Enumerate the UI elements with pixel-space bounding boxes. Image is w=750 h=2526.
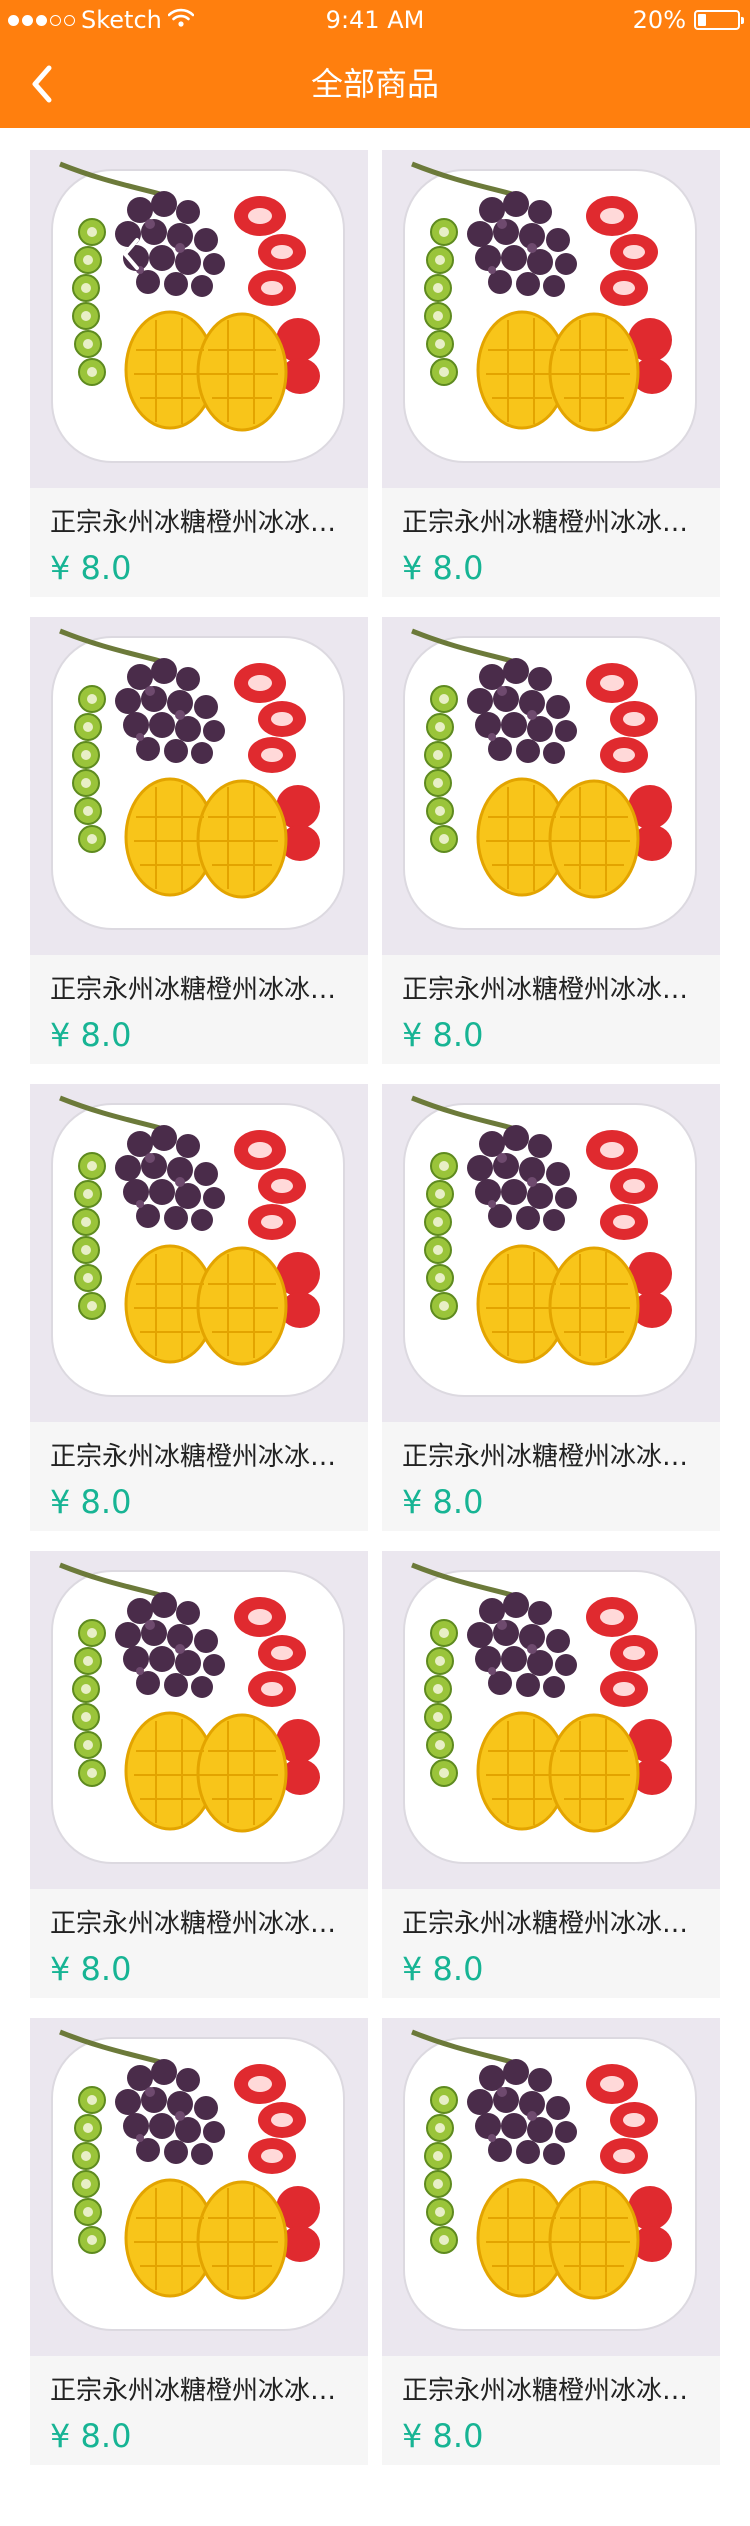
product-title: 正宗永州冰糖橙州冰冰… xyxy=(402,975,689,1005)
product-price: ¥ 8.0 xyxy=(50,549,132,587)
product-title: 正宗永州冰糖橙州冰冰… xyxy=(402,1442,689,1472)
page-title: 全部商品 xyxy=(310,65,439,103)
product-price: ¥ 8.0 xyxy=(402,549,484,587)
product-title: 正宗永州冰糖橙州冰冰… xyxy=(50,2376,337,2406)
status-bar: Sketch 9:41 AM 20% xyxy=(0,0,750,40)
product-image xyxy=(30,150,368,488)
product-image xyxy=(382,1551,720,1889)
product-price: ¥ 8.0 xyxy=(402,1950,484,1988)
header: Sketch 9:41 AM 20% 全部商品 xyxy=(0,0,750,128)
battery-icon xyxy=(694,10,744,30)
product-card[interactable]: 正宗永州冰糖橙州冰冰… ¥ 8.0 xyxy=(30,1084,368,1531)
product-title: 正宗永州冰糖橙州冰冰… xyxy=(402,1909,689,1939)
product-card[interactable]: 正宗永州冰糖橙州冰冰… ¥ 8.0 xyxy=(382,1084,720,1531)
product-card[interactable]: 正宗永州冰糖橙州冰冰… ¥ 8.0 xyxy=(382,1551,720,1998)
product-price: ¥ 8.0 xyxy=(50,1950,132,1988)
product-card[interactable]: 正宗永州冰糖橙州冰冰… ¥ 8.0 xyxy=(30,150,368,597)
product-price: ¥ 8.0 xyxy=(402,1016,484,1054)
product-title: 正宗永州冰糖橙州冰冰… xyxy=(50,1909,337,1939)
product-card[interactable]: 正宗永州冰糖橙州冰冰… ¥ 8.0 xyxy=(382,2018,720,2465)
product-title: 正宗永州冰糖橙州冰冰… xyxy=(402,508,689,538)
product-title: 正宗永州冰糖橙州冰冰… xyxy=(402,2376,689,2406)
battery-level xyxy=(698,14,706,26)
product-card[interactable]: 正宗永州冰糖橙州冰冰… ¥ 8.0 xyxy=(382,617,720,1064)
product-image xyxy=(30,1084,368,1422)
product-image xyxy=(382,150,720,488)
status-right: 20% xyxy=(632,0,744,40)
product-card[interactable]: 正宗永州冰糖橙州冰冰… ¥ 8.0 xyxy=(30,2018,368,2465)
product-image xyxy=(30,2018,368,2356)
product-price: ¥ 8.0 xyxy=(50,1016,132,1054)
product-image xyxy=(382,2018,720,2356)
product-card[interactable]: 正宗永州冰糖橙州冰冰… ¥ 8.0 xyxy=(382,150,720,597)
product-title: 正宗永州冰糖橙州冰冰… xyxy=(50,1442,337,1472)
product-image xyxy=(30,1551,368,1889)
product-image xyxy=(382,617,720,955)
product-price: ¥ 8.0 xyxy=(50,2417,132,2455)
product-price: ¥ 8.0 xyxy=(402,2417,484,2455)
product-card[interactable]: 正宗永州冰糖橙州冰冰… ¥ 8.0 xyxy=(30,1551,368,1998)
battery-percent: 20% xyxy=(632,6,686,34)
nav-bar: 全部商品 xyxy=(0,40,750,128)
product-title: 正宗永州冰糖橙州冰冰… xyxy=(50,508,337,538)
product-card[interactable]: 正宗永州冰糖橙州冰冰… ¥ 8.0 xyxy=(30,617,368,1064)
product-price: ¥ 8.0 xyxy=(402,1483,484,1521)
product-price: ¥ 8.0 xyxy=(50,1483,132,1521)
product-title: 正宗永州冰糖橙州冰冰… xyxy=(50,975,337,1005)
product-image xyxy=(382,1084,720,1422)
image-back-icon xyxy=(104,228,156,280)
product-image xyxy=(30,617,368,955)
